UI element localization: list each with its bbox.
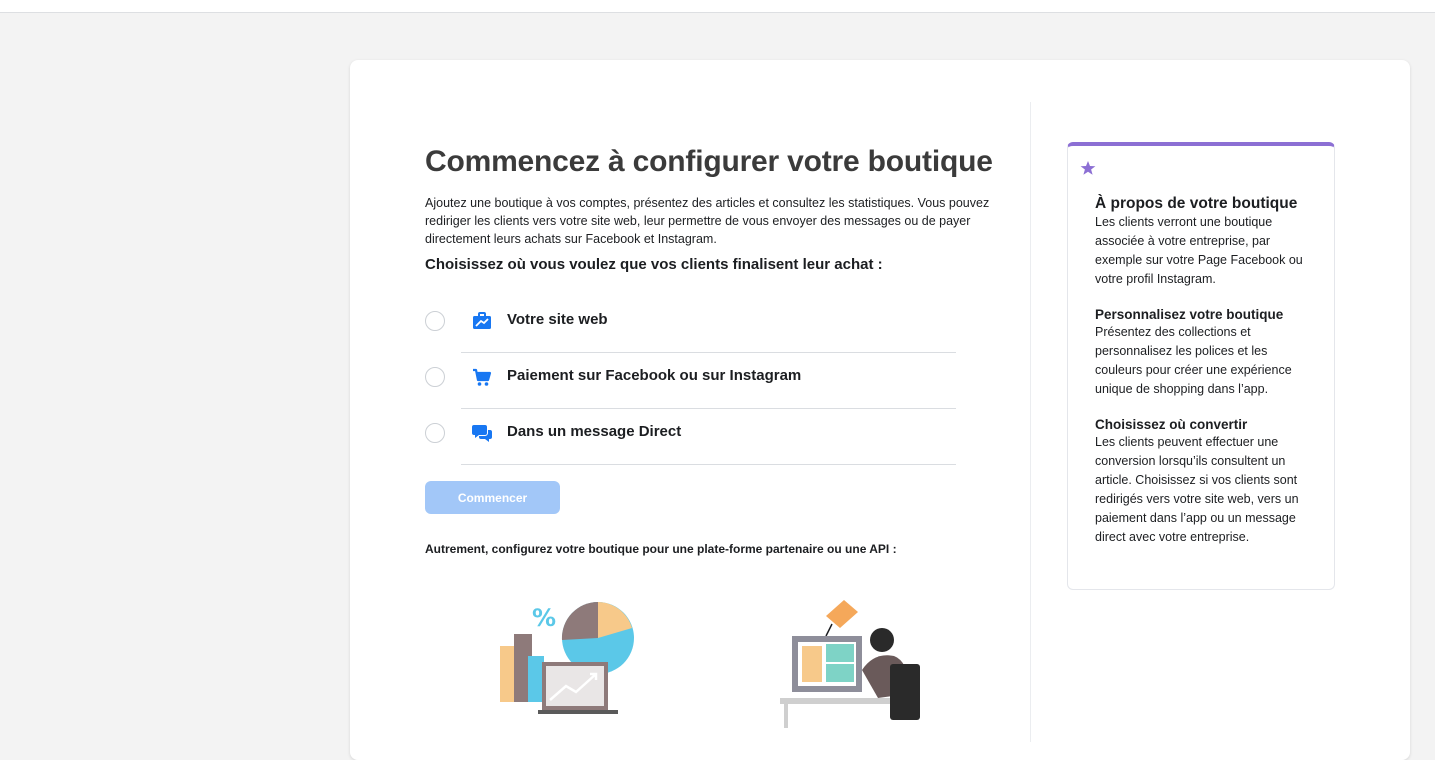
page-description: Ajoutez une boutique à vos comptes, prés… (425, 196, 990, 246)
briefcase-icon (473, 312, 491, 329)
analytics-illustration-icon: % (500, 601, 634, 714)
option-website-label: Votre site web (507, 311, 608, 328)
shopper-illustration-icon (780, 600, 920, 728)
about-heading: À propos de votre boutique (1095, 195, 1298, 212)
option-message-radio[interactable] (425, 423, 445, 443)
star-icon (1080, 161, 1096, 175)
option-website[interactable]: Votre site web (425, 297, 956, 353)
setup-card: Commencez à configurer votre boutique Aj… (350, 60, 1410, 760)
about-shop-content: À propos de votre boutique Les clients v… (1095, 194, 1315, 564)
svg-text:%: % (532, 604, 556, 632)
option-divider (461, 464, 956, 465)
top-bar (0, 0, 1435, 13)
vertical-divider (1030, 102, 1031, 742)
about-text: Les clients verront une boutique associé… (1095, 215, 1303, 286)
chat-bubbles-icon (472, 425, 492, 442)
option-checkout-radio[interactable] (425, 367, 445, 387)
about-shop-panel: À propos de votre boutique Les clients v… (1067, 142, 1335, 590)
customize-heading: Personnalisez votre boutique (1095, 307, 1284, 322)
cart-icon (473, 368, 492, 386)
option-website-radio[interactable] (425, 311, 445, 331)
option-checkout[interactable]: Paiement sur Facebook ou sur Instagram (425, 353, 956, 409)
convert-text: Les clients peuvent effectuer une conver… (1095, 435, 1299, 544)
checkout-options: Votre site web Paiement sur Facebook ou … (425, 297, 956, 465)
page-title: Commencez à configurer votre boutique (425, 145, 993, 178)
option-message-label: Dans un message Direct (507, 423, 682, 440)
customize-text: Présentez des collections et personnalis… (1095, 325, 1292, 396)
option-checkout-label: Paiement sur Facebook ou sur Instagram (507, 367, 802, 384)
setup-main: Commencez à configurer votre boutique Aj… (425, 144, 993, 556)
start-button[interactable]: Commencer (425, 481, 560, 514)
convert-heading: Choisissez où convertir (1095, 417, 1248, 432)
checkout-choice-heading: Choisissez où vous voulez que vos client… (425, 256, 883, 273)
partner-platform-text: Autrement, configurez votre boutique pou… (425, 542, 897, 556)
option-message[interactable]: Dans un message Direct (425, 409, 956, 465)
